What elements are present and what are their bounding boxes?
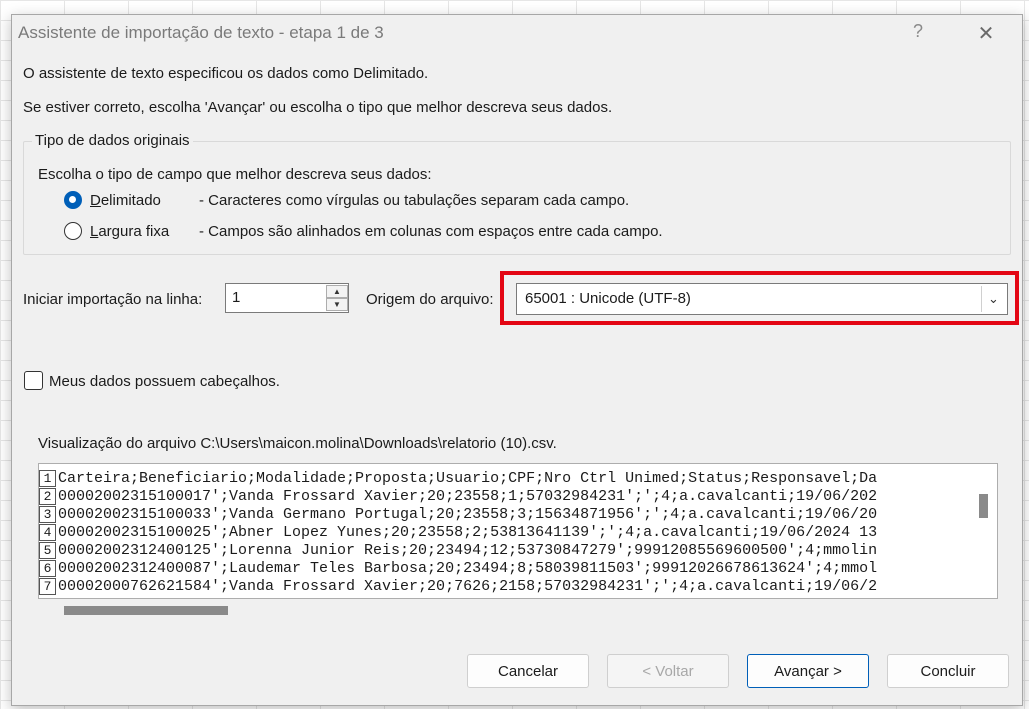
- preview-row-text: 00002000762621584';Vanda Frossard Xavier…: [58, 578, 878, 595]
- radio-delimited-label[interactable]: Delimitado: [90, 192, 161, 209]
- data-type-group: Tipo de dados originais Escolha o tipo d…: [23, 132, 1011, 255]
- preview-row-text: 00002002312400125';Lorenna Junior Reis;2…: [58, 542, 878, 559]
- file-origin-value[interactable]: 65001 : Unicode (UTF-8): [525, 290, 691, 307]
- spin-up-icon[interactable]: ▲: [326, 285, 348, 298]
- radio-fixed-width[interactable]: [64, 222, 82, 240]
- cancel-button[interactable]: Cancelar: [467, 654, 589, 688]
- preview-row: 1 Carteira;Beneficiario;Modalidade;Propos…: [39, 470, 877, 488]
- radio-delimited-label-rest: elimitado: [100, 192, 161, 209]
- title-bar: Assistente de importação de texto - etap…: [12, 15, 1022, 51]
- preview-row-text: 00002002312400087';Laudemar Teles Barbos…: [58, 560, 878, 577]
- radio-fixed-width-label-rest: argura fixa: [98, 223, 170, 240]
- headers-checkbox-label[interactable]: Meus dados possuem cabeçalhos.: [49, 373, 280, 390]
- back-button[interactable]: < Voltar: [607, 654, 729, 688]
- radio-delimited-description: - Caracteres como vírgulas ou tabulações…: [199, 192, 630, 209]
- text-import-wizard-dialog: Assistente de importação de texto - etap…: [11, 14, 1023, 706]
- preview-row-text: 00002002315100025';Abner Lopez Yunes;20;…: [58, 524, 878, 541]
- preview-row: 4 00002002315100025';Abner Lopez Yunes;20…: [39, 524, 877, 542]
- preview-row-number: 6: [39, 560, 56, 577]
- radio-fixed-width-label[interactable]: Largura fixa: [90, 223, 169, 240]
- help-button[interactable]: ?: [908, 21, 928, 45]
- file-preview[interactable]: 1 Carteira;Beneficiario;Modalidade;Propos…: [38, 463, 998, 599]
- preview-row-number: 2: [39, 488, 56, 505]
- preview-row-number: 5: [39, 542, 56, 559]
- start-row-spinner[interactable]: 1 ▲ ▼: [225, 283, 349, 313]
- preview-row: 2 00002002315100017';Vanda Frossard Xavie…: [39, 488, 877, 506]
- preview-row-text: 00002002315100017';Vanda Frossard Xavier…: [58, 488, 878, 505]
- dialog-title: Assistente de importação de texto - etap…: [18, 23, 384, 42]
- preview-vertical-scrollbar[interactable]: [979, 494, 988, 518]
- file-origin-select[interactable]: 65001 : Unicode (UTF-8) ⌄: [516, 283, 1008, 315]
- preview-row-number: 3: [39, 506, 56, 523]
- preview-row: 3 00002002315100033';Vanda Germano Portug…: [39, 506, 877, 524]
- file-origin-label: Origem do arquivo:: [366, 291, 494, 308]
- intro-line-1: O assistente de texto especificou os dad…: [23, 65, 429, 82]
- preview-row-number: 4: [39, 524, 56, 541]
- preview-row-text: 00002002315100033';Vanda Germano Portuga…: [58, 506, 878, 523]
- chevron-down-icon[interactable]: ⌄: [981, 286, 1005, 312]
- data-type-prompt: Escolha o tipo de campo que melhor descr…: [38, 166, 432, 183]
- preview-row-text: Carteira;Beneficiario;Modalidade;Propost…: [58, 470, 878, 487]
- preview-row-number: 1: [39, 470, 56, 487]
- data-type-group-legend: Tipo de dados originais: [32, 132, 193, 149]
- radio-fixed-width-description: - Campos são alinhados em colunas com es…: [199, 223, 663, 240]
- headers-checkbox[interactable]: [24, 371, 43, 390]
- close-button[interactable]: ✕: [974, 21, 998, 45]
- preview-row: 6 00002002312400087';Laudemar Teles Barbo…: [39, 560, 877, 578]
- preview-horizontal-scrollbar[interactable]: [64, 606, 228, 615]
- start-row-label: Iniciar importação na linha:: [23, 291, 203, 308]
- radio-delimited[interactable]: [64, 191, 82, 209]
- spin-down-icon[interactable]: ▼: [326, 298, 348, 311]
- preview-label: Visualização do arquivo C:\Users\maicon.…: [38, 435, 557, 452]
- start-row-value[interactable]: 1: [232, 289, 240, 306]
- next-button[interactable]: Avançar >: [747, 654, 869, 688]
- preview-row-number: 7: [39, 578, 56, 595]
- preview-row: 7 00002000762621584';Vanda Frossard Xavie…: [39, 578, 877, 596]
- finish-button[interactable]: Concluir: [887, 654, 1009, 688]
- intro-line-2: Se estiver correto, escolha 'Avançar' ou…: [23, 99, 613, 116]
- preview-row: 5 00002002312400125';Lorenna Junior Reis;…: [39, 542, 877, 560]
